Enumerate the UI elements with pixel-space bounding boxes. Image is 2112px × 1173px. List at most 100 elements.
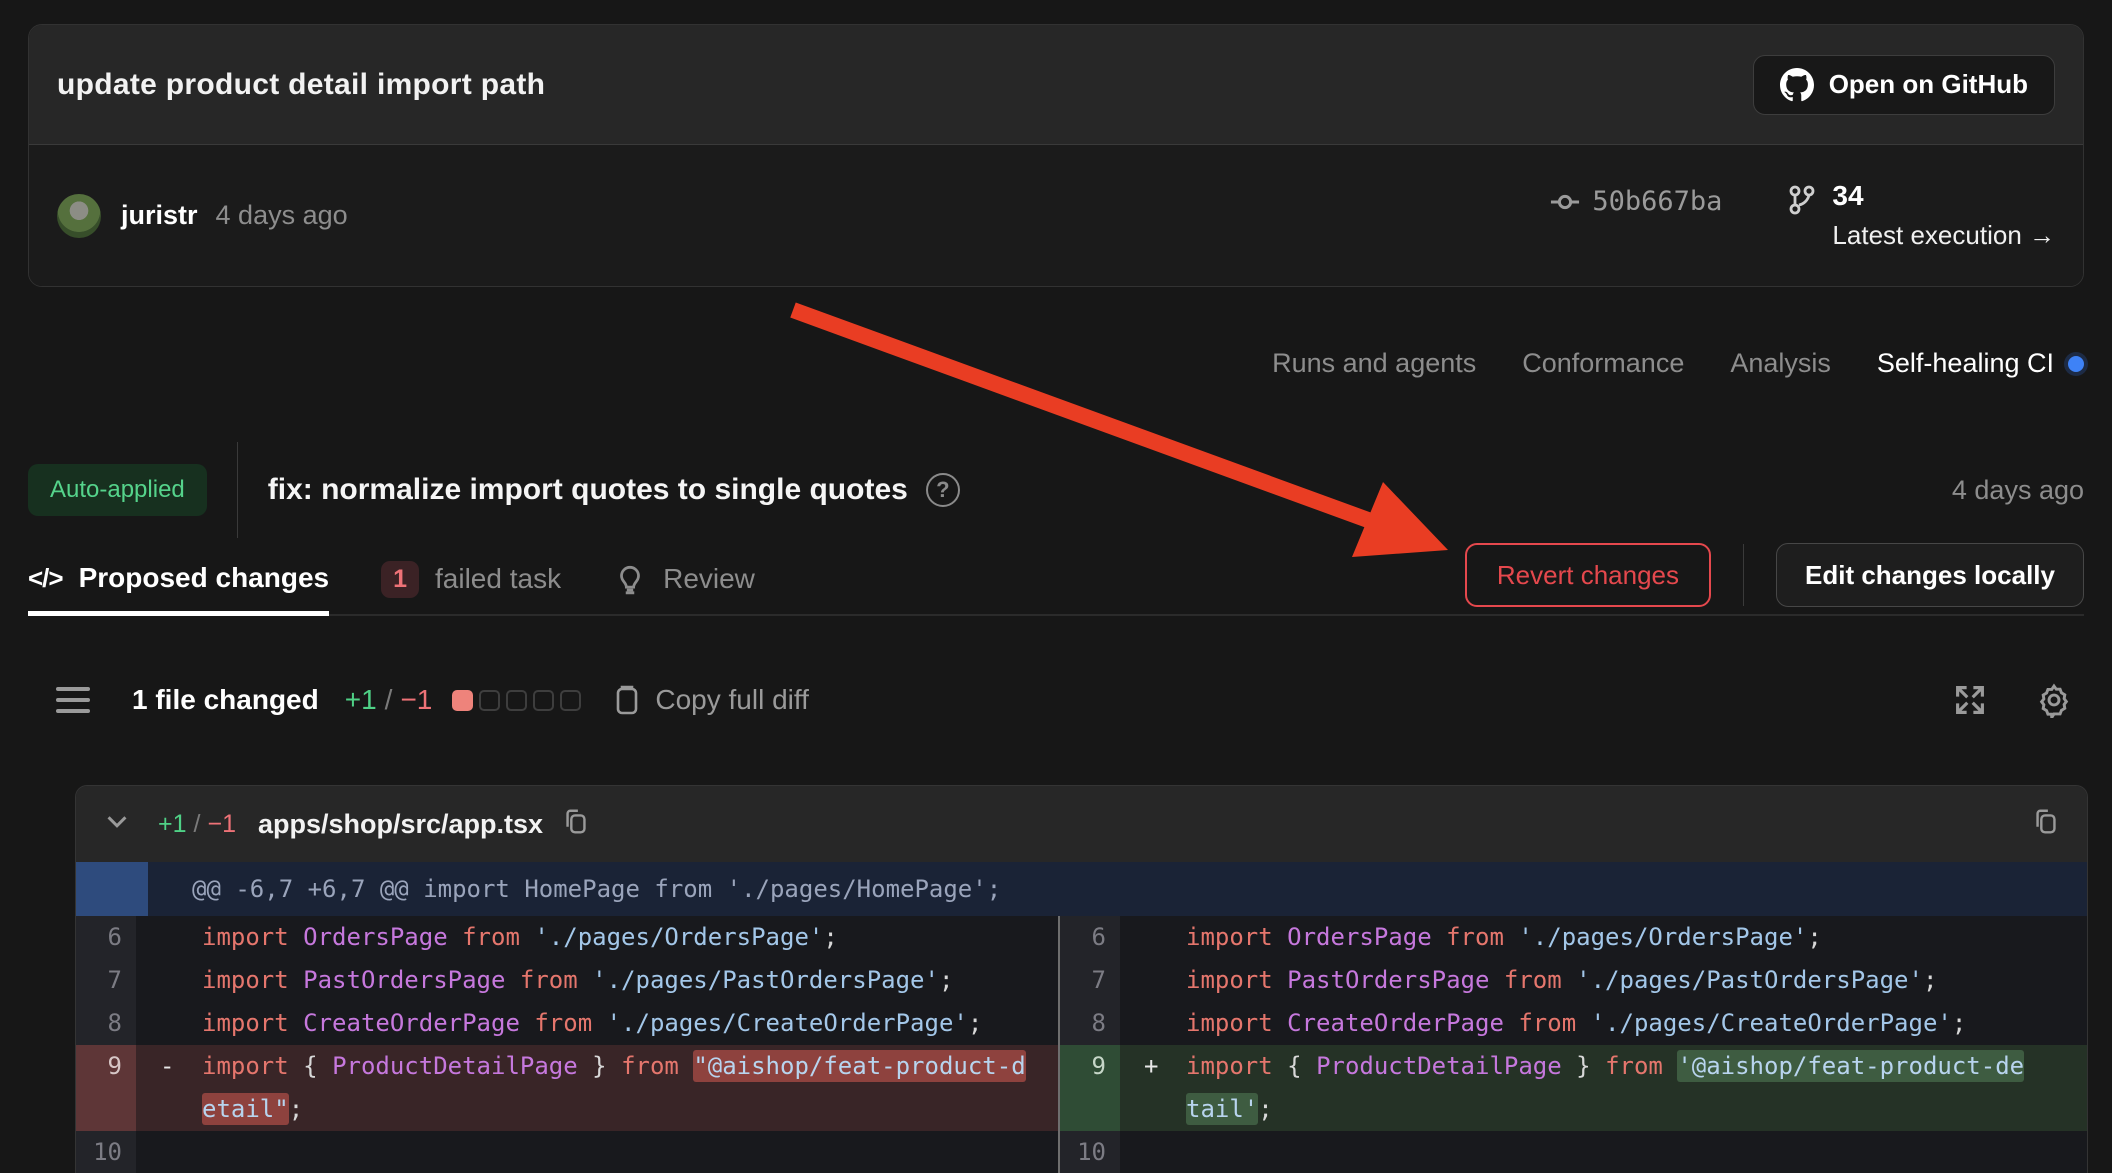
line-number: 10 — [1060, 1131, 1120, 1173]
author-name: juristr — [121, 200, 198, 231]
fix-title: fix: normalize import quotes to single q… — [268, 473, 908, 507]
commit-card-header: update product detail import path Open o… — [29, 25, 2083, 144]
commit-sha-group[interactable]: 50b667ba — [1550, 186, 1722, 217]
file-list-menu-icon[interactable] — [56, 687, 90, 713]
revert-changes-button[interactable]: Revert changes — [1465, 543, 1711, 607]
diff-pane-old: 6 import OrdersPage from './pages/OrdersP… — [76, 916, 1058, 1173]
diff-marker — [1120, 1131, 1186, 1173]
code-text: import OrdersPage from './pages/OrdersPa… — [202, 916, 1058, 959]
line-number: 6 — [1060, 916, 1120, 959]
tab-failed-task[interactable]: 1 failed task — [381, 544, 561, 614]
diff-marker — [136, 1002, 202, 1045]
copy-full-diff-button[interactable]: Copy full diff — [611, 684, 809, 716]
tab-review-label: Review — [663, 563, 755, 595]
avatar — [57, 194, 101, 238]
line-number: 8 — [1060, 1002, 1120, 1045]
diff-stat-block — [506, 690, 527, 711]
fix-header-row: Auto-applied fix: normalize import quote… — [28, 440, 2084, 540]
nav-item-analysis[interactable]: Analysis — [1730, 348, 1831, 379]
copy-full-diff-label: Copy full diff — [655, 684, 809, 716]
collapse-chevron-icon[interactable] — [102, 807, 132, 842]
file-path: apps/shop/src/app.tsx — [258, 809, 543, 840]
diff-line: 7import PastOrdersPage from './pages/Pas… — [76, 959, 1058, 1002]
help-icon[interactable]: ? — [926, 473, 960, 507]
tab-review[interactable]: Review — [613, 544, 755, 614]
open-on-github-button[interactable]: Open on GitHub — [1753, 55, 2055, 115]
files-changed-label: 1 file changed — [132, 684, 319, 716]
line-number: 8 — [76, 1002, 136, 1045]
failed-count-badge: 1 — [381, 561, 419, 598]
diff-stat-block — [479, 690, 500, 711]
diff-marker — [136, 959, 202, 1002]
tab-failed-task-label: failed task — [435, 563, 561, 595]
execution-group: 34 Latest execution → — [1786, 180, 2055, 251]
deletions-stat: −1 — [400, 684, 432, 716]
hunk-gutter-block — [76, 862, 148, 916]
clipboard-icon — [611, 684, 643, 716]
code-text: import CreateOrderPage from './pages/Cre… — [1186, 1002, 2087, 1045]
diff-line: 9-import { ProductDetailPage } from "@ai… — [76, 1045, 1058, 1131]
divider — [237, 442, 238, 538]
page-title: update product detail import path — [57, 68, 545, 102]
diff-toolbar: 1 file changed +1 / −1 Copy full diff — [56, 668, 2072, 732]
line-number: 6 — [76, 916, 136, 959]
latest-execution-link[interactable]: Latest execution → — [1832, 220, 2055, 251]
diff-stat-blocks — [452, 690, 581, 711]
diff-toolbar-right — [1952, 682, 2072, 718]
nav-item-self-healing-ci[interactable]: Self-healing CI — [1877, 348, 2084, 379]
execution-column: 34 Latest execution → — [1832, 180, 2055, 251]
run-number: 34 — [1832, 180, 2055, 212]
diff-marker — [1120, 916, 1186, 959]
code-text: import PastOrdersPage from './pages/Past… — [202, 959, 1058, 1002]
fullscreen-icon[interactable] — [1952, 682, 1988, 718]
diff-file-card: +1 / −1 apps/shop/src/app.tsx @@ -6,7 +6… — [75, 785, 2088, 1173]
pipeline-icon — [1786, 184, 1818, 216]
diff-stat-block — [560, 690, 581, 711]
diff-line: 8 import CreateOrderPage from './pages/Cr… — [1060, 1002, 2087, 1045]
gear-icon[interactable] — [2036, 682, 2072, 718]
divider — [1743, 544, 1744, 606]
commit-sha: 50b667ba — [1592, 186, 1722, 217]
line-number: 7 — [1060, 959, 1120, 1002]
hunk-header: @@ -6,7 +6,7 @@ import HomePage from './… — [76, 862, 2087, 916]
diff-marker — [136, 916, 202, 959]
github-icon — [1780, 68, 1814, 102]
file-additions: +1 — [158, 810, 187, 839]
code-text — [202, 1131, 1058, 1173]
line-number: 9 — [1060, 1045, 1120, 1131]
code-text — [1186, 1131, 2087, 1173]
hunk-text: @@ -6,7 +6,7 @@ import HomePage from './… — [192, 875, 1001, 903]
commit-meta-right: 50b667ba 34 Latest execution → — [1550, 180, 2055, 251]
copy-path-icon[interactable] — [561, 807, 591, 842]
stat-slash: / — [385, 684, 393, 716]
auto-applied-badge: Auto-applied — [28, 464, 207, 516]
fix-timestamp: 4 days ago — [1952, 475, 2084, 506]
edit-changes-locally-button[interactable]: Edit changes locally — [1776, 543, 2084, 607]
diff-marker: + — [1120, 1045, 1186, 1131]
diff-pane-new: 6 import OrdersPage from './pages/OrdersP… — [1060, 916, 2087, 1173]
code-text: import OrdersPage from './pages/OrdersPa… — [1186, 916, 2087, 959]
tab-proposed-changes-label: Proposed changes — [79, 562, 330, 594]
file-deletions: −1 — [207, 810, 236, 839]
diff-line: 10 — [76, 1131, 1058, 1173]
copy-file-diff-icon[interactable] — [2031, 807, 2061, 842]
line-number: 10 — [76, 1131, 136, 1173]
code-text: import { ProductDetailPage } from '@aish… — [1186, 1045, 2087, 1131]
line-number: 9 — [76, 1045, 136, 1131]
additions-stat: +1 — [345, 684, 377, 716]
diff-line: 9+import { ProductDetailPage } from '@ai… — [1060, 1045, 2087, 1131]
nav-item-conformance[interactable]: Conformance — [1522, 348, 1684, 379]
code-text: import CreateOrderPage from './pages/Cre… — [202, 1002, 1058, 1045]
diff-line: 7 import PastOrdersPage from './pages/Pas… — [1060, 959, 2087, 1002]
status-dot — [2068, 356, 2084, 372]
commit-meta-row: juristr 4 days ago 50b667ba 34 Latest ex… — [29, 144, 2083, 286]
fix-actions: Revert changes Edit changes locally — [1465, 543, 2084, 607]
code-text: import PastOrdersPage from './pages/Past… — [1186, 959, 2087, 1002]
nav-item-runs-and-agents[interactable]: Runs and agents — [1272, 348, 1476, 379]
diff-marker — [1120, 959, 1186, 1002]
tab-proposed-changes[interactable]: </> Proposed changes — [28, 546, 329, 616]
diff-stat-block — [533, 690, 554, 711]
authored-when: 4 days ago — [216, 200, 348, 231]
lightbulb-icon — [613, 562, 647, 596]
diff-marker — [1120, 1002, 1186, 1045]
